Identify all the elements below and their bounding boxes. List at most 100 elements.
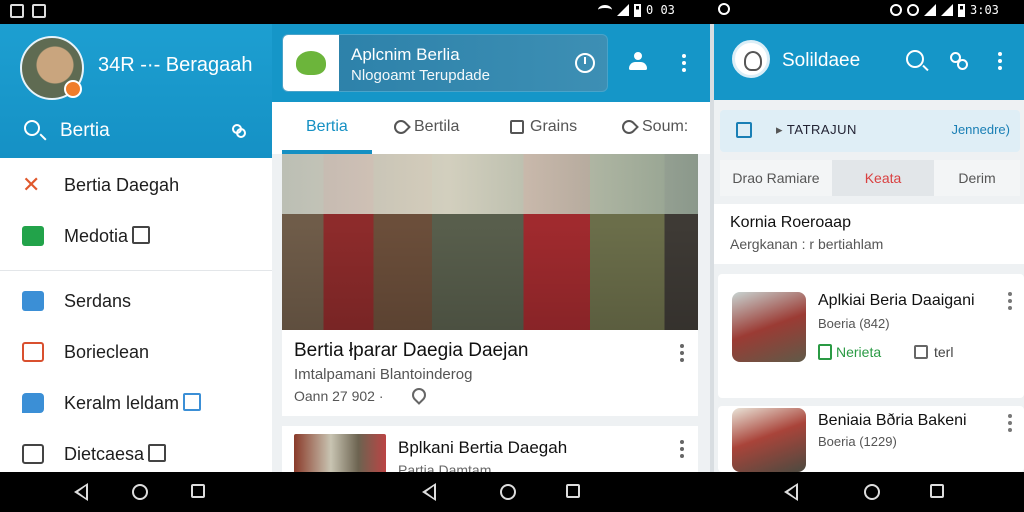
status-left-indicators: 0 03 xyxy=(598,3,675,17)
tab-label: Bertila xyxy=(414,118,460,135)
app-logo-icon[interactable] xyxy=(732,40,770,78)
menu-divider xyxy=(0,270,272,271)
detail-panel: Solildaee TATRAJUN Jennedre) Drao Ramiar… xyxy=(710,24,1024,472)
app-card[interactable]: Aplkiai Beria Daaigani Boeria (842) Neri… xyxy=(718,274,1024,398)
status-right-indicators: 3:03 xyxy=(890,3,999,17)
search-icon xyxy=(24,120,40,136)
segment-derim[interactable]: Derim xyxy=(934,160,1020,196)
status-bar: 0 03 3:03 xyxy=(0,0,1024,24)
menu-item-keralm-leldam[interactable]: Keralm leldam xyxy=(0,378,272,429)
tab-soum[interactable]: Soum: xyxy=(619,117,689,137)
overview-button-icon[interactable] xyxy=(930,484,944,498)
more-options-icon[interactable] xyxy=(998,52,1002,70)
app-card-thumbnail xyxy=(732,292,806,362)
app-card-subtitle: Boeria (1229) xyxy=(818,434,897,449)
drawer-menu-secondary: Serdans Borieclean Keralm leldam Dietcae… xyxy=(0,276,272,472)
system-nav-bar xyxy=(0,472,1024,512)
article-list-item[interactable]: Bplkani Bertia Daegah Partia Damtam xyxy=(282,426,698,472)
profile-icon[interactable] xyxy=(628,52,648,72)
drawer-search-bar[interactable]: Bertia xyxy=(0,108,272,158)
tab-label: Soum: xyxy=(642,118,689,135)
card-more-icon[interactable] xyxy=(1008,414,1012,432)
badge-label: Nerieta xyxy=(836,344,882,360)
drawer-header: 34R -·- Beragaah Bertia xyxy=(0,24,272,158)
signal-icon-2 xyxy=(924,4,936,16)
home-button-icon[interactable] xyxy=(500,484,516,500)
article-title: Bplkani Bertia Daegah xyxy=(398,438,568,457)
sync-icon xyxy=(718,3,730,15)
home-button-icon[interactable] xyxy=(132,484,148,500)
drawer-search-label: Bertia xyxy=(60,120,110,141)
section-title: Kornia Roeroaap xyxy=(730,214,851,231)
share-icon[interactable] xyxy=(950,52,968,70)
featured-article-desc: Imtalpamani Blantoinderog xyxy=(294,366,473,383)
app-card-checkbox[interactable]: terl xyxy=(914,344,953,360)
share-icon[interactable] xyxy=(232,124,246,138)
new-tag-icon xyxy=(148,444,167,462)
app-card-subtitle: Boeria (842) xyxy=(818,316,890,331)
app-card[interactable]: Beniaia Bðria Bakeni Boeria (1229) xyxy=(718,406,1024,472)
menu-item-label: Bertia Daegah xyxy=(64,175,180,195)
back-button-icon[interactable] xyxy=(784,483,798,501)
article-more-icon[interactable] xyxy=(680,344,684,362)
menu-item-dietcaesa[interactable]: Dietcaesa xyxy=(0,429,272,472)
more-options-icon[interactable] xyxy=(682,54,686,72)
segment-control: Drao Ramiare Keata Derim xyxy=(720,160,1020,196)
segment-drao-ramiare[interactable]: Drao Ramiare xyxy=(720,160,832,196)
clipboard-icon xyxy=(22,291,44,311)
signal-icon xyxy=(617,4,629,16)
tag-icon xyxy=(619,117,639,137)
translation-row[interactable]: TATRAJUN Jennedre) xyxy=(720,110,1020,152)
status-middle-indicators xyxy=(718,3,730,15)
detail-header: Solildaee xyxy=(714,24,1024,100)
menu-item-label: Serdans xyxy=(64,291,132,311)
timer-icon[interactable] xyxy=(575,53,595,73)
overview-button-icon[interactable] xyxy=(191,484,205,498)
calendar-icon xyxy=(22,342,44,362)
section-header: Kornia Roeroaap Aergkanan : r bertiahlam xyxy=(714,204,1024,264)
menu-item-serdans[interactable]: Serdans xyxy=(0,276,272,327)
notification-x-icon xyxy=(10,4,24,18)
menu-item-label: Medotia xyxy=(64,226,151,247)
translation-label: TATRAJUN xyxy=(776,122,857,138)
featured-article[interactable]: Bertia łparar Daegia Daejan Imtalpamani … xyxy=(282,154,698,416)
app-banner-title: Aplcnim Berlia xyxy=(351,45,460,64)
translation-action[interactable]: Jennedre) xyxy=(951,122,1010,137)
menu-item-bertia-daegah[interactable]: ✕ Bertia Daegah xyxy=(0,160,272,211)
tab-grains[interactable]: Grains xyxy=(510,118,577,136)
app-logo-icon xyxy=(283,35,339,91)
square-icon xyxy=(510,120,524,134)
tab-bertia[interactable]: Bertia xyxy=(306,118,348,136)
article-subtitle: Partia Damtam xyxy=(398,462,492,472)
new-tag-icon xyxy=(132,226,151,244)
news-feed-panel: Aplcnim Berlia Nlogoamt Terupdade Bertia… xyxy=(272,24,710,472)
drawer-menu-primary: ✕ Bertia Daegah Medotia xyxy=(0,160,272,262)
overview-button-icon[interactable] xyxy=(566,484,580,498)
battery-icon-2 xyxy=(958,3,965,17)
like-icon[interactable] xyxy=(409,385,429,405)
tab-bertila[interactable]: Bertila xyxy=(391,117,460,137)
notification-image-icon xyxy=(32,4,46,18)
segment-keata[interactable]: Keata xyxy=(832,160,934,196)
article-more-icon[interactable] xyxy=(680,440,684,458)
app-card-title: Beniaia Bðria Bakeni xyxy=(818,412,967,429)
tag-icon xyxy=(22,226,44,246)
feed-header: Aplcnim Berlia Nlogoamt Terupdade xyxy=(272,24,710,102)
user-name: 34R -·- Beragaah xyxy=(98,54,253,76)
wifi-icon xyxy=(598,5,612,15)
tab-label: Bertia xyxy=(306,118,348,135)
back-button-icon[interactable] xyxy=(74,483,88,501)
card-more-icon[interactable] xyxy=(1008,292,1012,310)
menu-item-borieclean[interactable]: Borieclean xyxy=(0,327,272,378)
window-icon xyxy=(22,444,44,464)
tab-label: Grains xyxy=(530,118,578,135)
back-button-icon[interactable] xyxy=(422,483,436,501)
section-subtitle: Aergkanan : r bertiahlam xyxy=(730,236,884,252)
status-notification-icons xyxy=(10,4,46,18)
checkbox-label: terl xyxy=(934,344,954,360)
article-thumbnail xyxy=(294,434,386,472)
home-button-icon[interactable] xyxy=(864,484,880,500)
app-banner[interactable]: Aplcnim Berlia Nlogoamt Terupdade xyxy=(282,34,608,92)
search-icon[interactable] xyxy=(906,50,924,68)
menu-item-medotia[interactable]: Medotia xyxy=(0,211,272,262)
